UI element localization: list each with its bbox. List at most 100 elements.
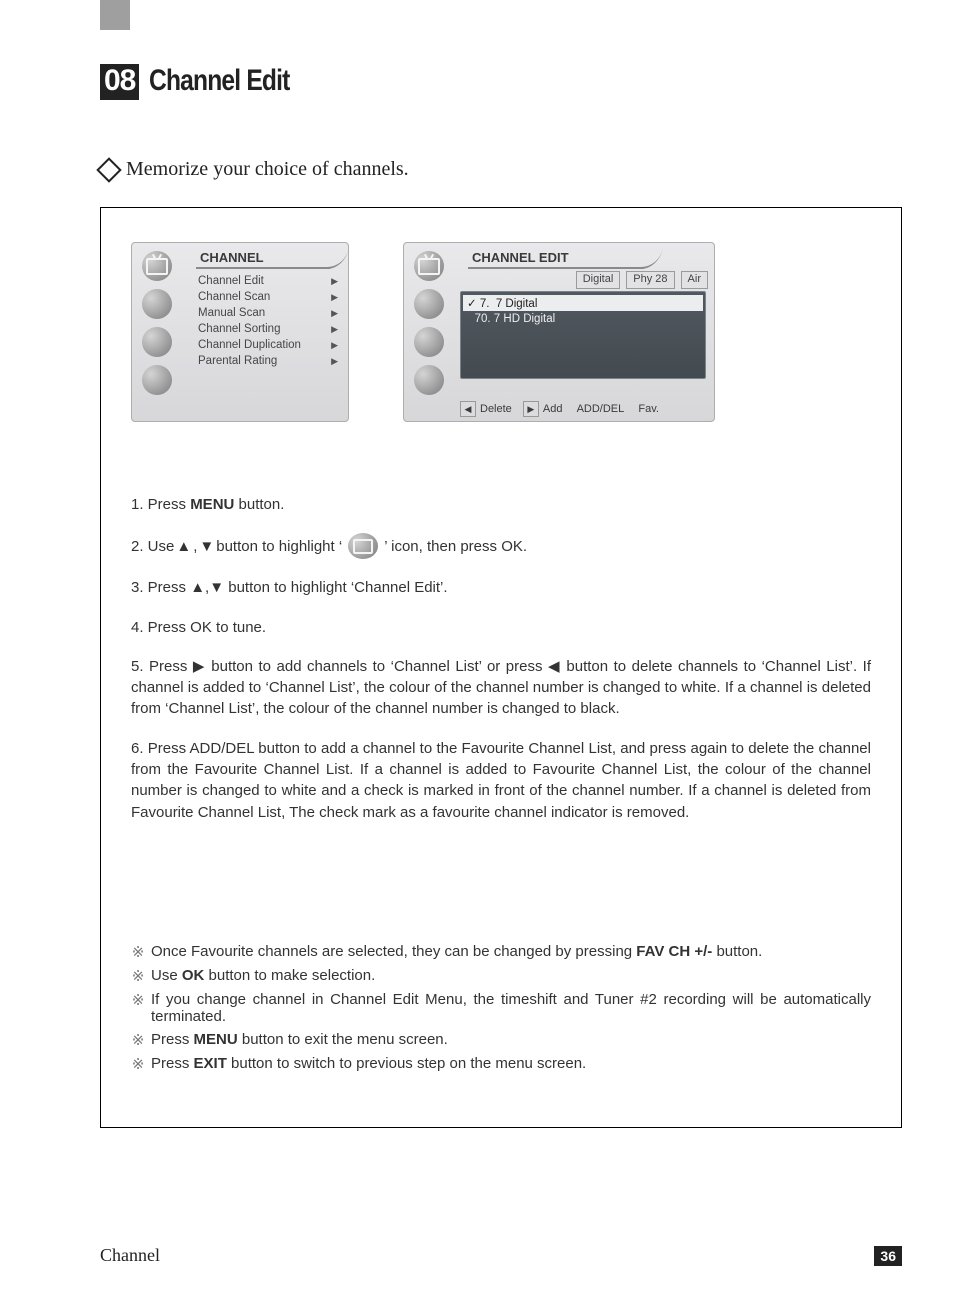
menu-item[interactable]: Channel Scan ▶ <box>196 289 340 305</box>
note-symbol-icon: ※ <box>131 1055 145 1073</box>
intro-text: Memorize your choice of channels. <box>126 158 409 181</box>
step-6: 6. Press ADD/DEL button to add a channel… <box>131 738 871 823</box>
channel-row[interactable]: 70. 7 HD Digital <box>461 312 705 326</box>
text: Press <box>151 1055 194 1072</box>
section-heading: 08 Channel Edit <box>100 64 902 100</box>
right-arrow-icon[interactable]: ▶ <box>523 401 539 417</box>
step-4: 4. Press OK to tune. <box>131 617 871 638</box>
text: Once Favourite channels are selected, th… <box>151 943 636 960</box>
phy-pill: Phy 28 <box>626 271 674 289</box>
text: button to exit the menu screen. <box>238 1031 448 1048</box>
text: 1. Press <box>131 496 190 513</box>
text: MENU <box>190 496 234 513</box>
text: button. <box>712 943 762 960</box>
footer-section-label: Channel <box>100 1245 160 1266</box>
menu-item[interactable]: Channel Edit▶ <box>196 273 340 289</box>
note-symbol-icon: ※ <box>131 967 145 985</box>
text: button. <box>234 496 284 513</box>
fav-check: ✓ <box>467 298 477 310</box>
menu-item-label: Channel Scan <box>198 291 270 303</box>
left-arrow-icon[interactable]: ◀ <box>460 401 476 417</box>
left-arrow-icon: ◀ <box>548 658 561 675</box>
text: Press <box>151 1031 194 1048</box>
text: ’ icon, then press OK. <box>384 536 527 557</box>
signal-type-pill: Digital <box>576 271 621 289</box>
step-1: 1. Press MENU button. <box>131 494 871 515</box>
text: 5. Press <box>131 658 193 675</box>
text: button to highlight ‘ <box>216 536 342 557</box>
instructions: 1. Press MENU button. 2. Use ▲,▼ button … <box>131 494 871 823</box>
diamond-icon <box>96 157 121 182</box>
menu-item-label: Channel Sorting <box>198 323 280 335</box>
monitor-icon <box>142 289 172 319</box>
channel-list: ✓ 7. 7 Digital 70. 7 HD Digital <box>460 291 706 379</box>
note-row: ※ Once Favourite channels are selected, … <box>131 943 871 961</box>
add-label: Add <box>543 403 563 415</box>
tv-icon <box>414 251 444 281</box>
text: FAV CH +/- <box>636 943 712 960</box>
channel-menu-panel: CHANNEL Channel Edit▶ Channel Scan▶ Manu… <box>131 242 349 422</box>
text: 2. Use <box>131 536 174 557</box>
page-tab-decor <box>100 0 130 30</box>
text: EXIT <box>194 1055 227 1072</box>
intro-line: Memorize your choice of channels. <box>100 158 902 181</box>
monitor-icon <box>414 289 444 319</box>
channel-number: 70. <box>475 313 491 325</box>
menu-item-label: Channel Edit <box>198 275 264 287</box>
tv-icon <box>348 533 378 559</box>
fav-label: Fav. <box>638 403 659 415</box>
chevron-right-icon: ▶ <box>331 324 338 335</box>
chevron-right-icon: ▶ <box>331 356 338 367</box>
channel-number: 7. <box>480 298 490 310</box>
channel-name: 7 Digital <box>496 298 538 310</box>
menu-item-label: Manual Scan <box>198 307 265 319</box>
note-symbol-icon: ※ <box>131 991 145 1025</box>
delete-label: Delete <box>480 403 512 415</box>
film-icon <box>142 327 172 357</box>
menu-item[interactable]: Channel Duplication ▶ <box>196 337 340 353</box>
note-symbol-icon: ※ <box>131 943 145 961</box>
right-arrow-icon: ▶ <box>193 658 206 675</box>
source-pill: Air <box>681 271 708 289</box>
text: button to make selection. <box>204 967 375 984</box>
content-box: CHANNEL Channel Edit▶ Channel Scan▶ Manu… <box>100 207 902 1128</box>
channel-name: 7 HD Digital <box>494 313 555 325</box>
note-row: ※ Use OK button to make selection. <box>131 967 871 985</box>
gear-icon <box>142 365 172 395</box>
text: button to switch to previous step on the… <box>227 1055 586 1072</box>
text: button to add channels to ‘Channel List’… <box>206 658 548 675</box>
note-row: ※ If you change channel in Channel Edit … <box>131 991 871 1025</box>
step-5: 5. Press ▶ button to add channels to ‘Ch… <box>131 656 871 720</box>
down-arrow-icon: ▼ <box>199 536 214 557</box>
channel-edit-panel: CHANNEL EDIT Digital Phy 28 Air ✓ 7. 7 D… <box>403 242 715 422</box>
chevron-right-icon: ▶ <box>331 308 338 319</box>
tv-icon <box>142 251 172 281</box>
menu-item-label: Parental Rating <box>198 355 277 367</box>
channel-row[interactable]: ✓ 7. 7 Digital <box>463 295 703 311</box>
up-arrow-icon: ▲ <box>176 536 191 557</box>
page-number: 36 <box>874 1246 902 1266</box>
chevron-right-icon: ▶ <box>331 340 338 351</box>
text: MENU <box>194 1031 238 1048</box>
text: 3. Press <box>131 579 190 596</box>
menu-item[interactable]: Manual Scan ▶ <box>196 305 340 321</box>
text: Use <box>151 967 182 984</box>
chevron-right-icon: ▶ <box>331 292 338 303</box>
menu-item[interactable]: Channel Sorting ▶ <box>196 321 340 337</box>
panel-title: CHANNEL EDIT <box>468 247 644 269</box>
note-symbol-icon: ※ <box>131 1031 145 1049</box>
up-arrow-icon: ▲ <box>190 579 205 596</box>
step-3: 3. Press ▲,▼ button to highlight ‘Channe… <box>131 577 871 598</box>
down-arrow-icon: ▼ <box>209 579 224 596</box>
text: OK <box>182 967 205 984</box>
note-row: ※ Press MENU button to exit the menu scr… <box>131 1031 871 1049</box>
notes-block: ※ Once Favourite channels are selected, … <box>131 943 871 1073</box>
menu-item[interactable]: Parental Rating ▶ <box>196 353 340 369</box>
menu-item-label: Channel Duplication <box>198 339 301 351</box>
note-row: ※ Press EXIT button to switch to previou… <box>131 1055 871 1073</box>
text: button to highlight ‘Channel Edit’. <box>224 579 447 596</box>
adddel-label: ADD/DEL <box>577 403 625 415</box>
panel-title: CHANNEL <box>196 247 330 269</box>
section-title: Channel Edit <box>149 64 290 98</box>
gear-icon <box>414 365 444 395</box>
